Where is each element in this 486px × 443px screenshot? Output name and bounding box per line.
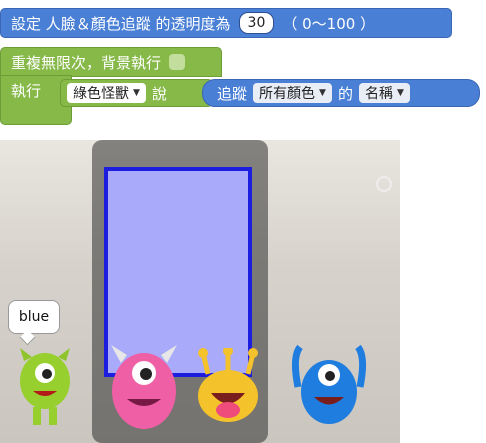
- chevron-down-icon: ▼: [133, 88, 140, 98]
- set-transparency-block[interactable]: 設定 人臉＆顏色追蹤 的透明度為 30 （ 0～100 ）: [0, 8, 452, 38]
- forever-toggle[interactable]: [169, 54, 186, 70]
- sprite-dropdown[interactable]: 綠色怪獸 ▼: [67, 83, 146, 103]
- pink-monster-sprite[interactable]: [103, 343, 185, 435]
- circle-icon: [376, 176, 392, 192]
- green-monster-sprite[interactable]: [10, 343, 80, 433]
- forever-block[interactable]: 重複無限次，背景執行: [0, 47, 222, 77]
- blue-monster-sprite[interactable]: [290, 342, 368, 432]
- say-block[interactable]: 綠色怪獸 ▼ 說: [60, 79, 213, 107]
- stage[interactable]: blue: [0, 140, 400, 443]
- chevron-down-icon: ▼: [319, 88, 326, 98]
- of-label: 的: [337, 84, 353, 103]
- execute-label: 執行: [11, 82, 42, 100]
- color-dropdown-value: 所有顏色: [259, 86, 316, 102]
- yellow-monster-sprite[interactable]: [193, 348, 263, 433]
- speech-bubble: blue: [8, 300, 60, 334]
- transparency-value[interactable]: 30: [248, 15, 266, 31]
- transparency-range-label: （ 0～100 ）: [282, 14, 376, 33]
- set-transparency-label: 設定 人臉＆顏色追蹤 的透明度為: [11, 14, 231, 33]
- transparency-input[interactable]: 30: [238, 12, 275, 34]
- sprite-dropdown-value: 綠色怪獸: [73, 86, 129, 102]
- name-dropdown-value: 名稱: [364, 86, 393, 102]
- name-dropdown[interactable]: 名稱 ▼: [358, 83, 410, 103]
- forever-label: 重複無限次，背景執行: [11, 53, 162, 72]
- say-label: 說: [151, 84, 167, 103]
- chevron-down-icon: ▼: [396, 88, 404, 98]
- speech-bubble-text: blue: [18, 309, 50, 325]
- tracking-reporter-block[interactable]: 追蹤 所有顏色 ▼ 的 名稱 ▼: [202, 79, 480, 107]
- color-dropdown[interactable]: 所有顏色 ▼: [253, 83, 332, 103]
- track-label: 追蹤: [217, 84, 248, 103]
